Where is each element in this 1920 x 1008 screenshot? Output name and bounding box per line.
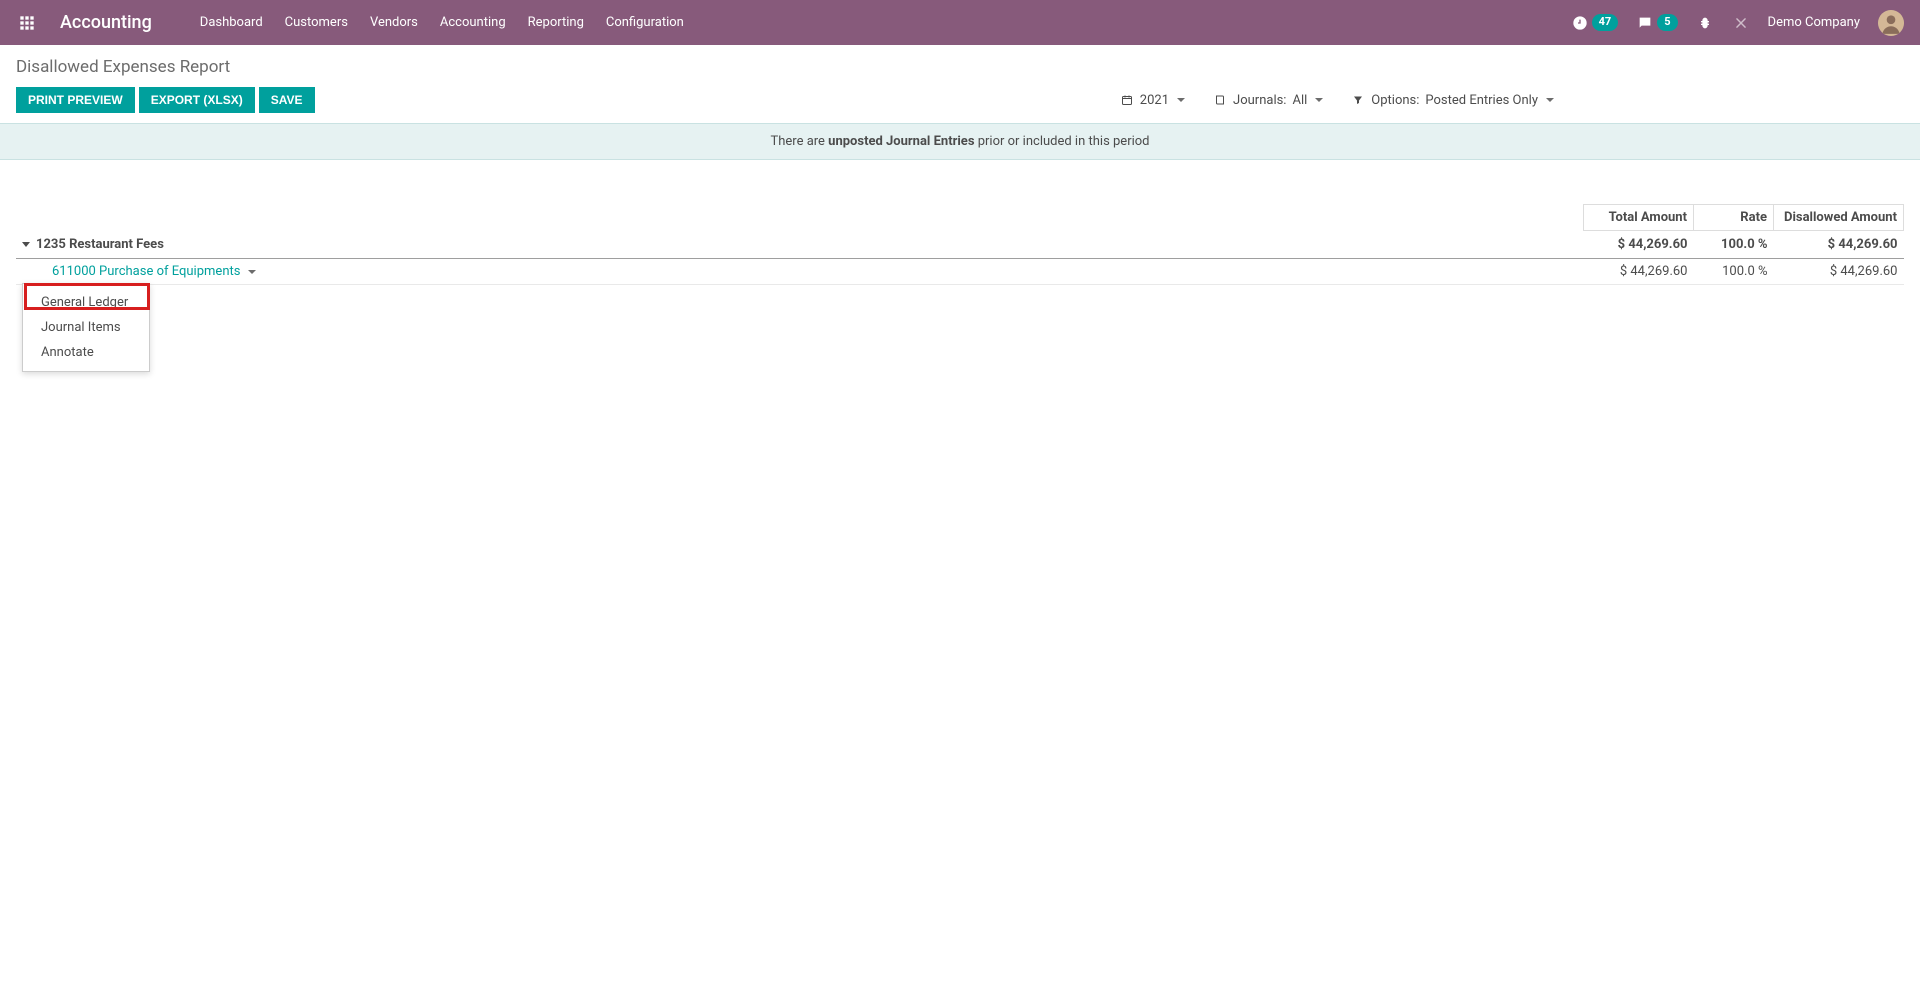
- unposted-alert[interactable]: There are unposted Journal Entries prior…: [0, 123, 1920, 160]
- menu-configuration[interactable]: Configuration: [606, 15, 684, 30]
- export-xlsx-button[interactable]: EXPORT (XLSX): [139, 87, 255, 113]
- header-rate: Rate: [1694, 205, 1774, 231]
- menu-journal-items[interactable]: Journal Items: [23, 315, 149, 340]
- category-row[interactable]: 1235 Restaurant Fees $ 44,269.60 100.0 %…: [16, 231, 1904, 259]
- menu-customers[interactable]: Customers: [285, 15, 348, 30]
- save-button[interactable]: SAVE: [259, 87, 315, 113]
- page-title: Disallowed Expenses Report: [16, 57, 1904, 77]
- filter-journals-label: Journals:: [1233, 93, 1286, 108]
- menu-general-ledger[interactable]: General Ledger: [23, 290, 149, 315]
- messages-indicator[interactable]: 5: [1636, 14, 1677, 32]
- chat-icon: [1636, 14, 1654, 32]
- close-icon[interactable]: [1732, 14, 1750, 32]
- clock-icon: [1571, 14, 1589, 32]
- print-preview-button[interactable]: PRINT PREVIEW: [16, 87, 135, 113]
- filter-journals[interactable]: Journals: All: [1213, 93, 1323, 108]
- menu-vendors[interactable]: Vendors: [370, 15, 418, 30]
- book-icon: [1213, 93, 1227, 107]
- line-rate: 100.0 %: [1694, 259, 1774, 285]
- menu-accounting[interactable]: Accounting: [440, 15, 506, 30]
- filter-options[interactable]: Options: Posted Entries Only: [1351, 93, 1554, 108]
- apps-icon[interactable]: [16, 12, 38, 34]
- category-disallowed: $ 44,269.60: [1774, 231, 1904, 259]
- line-row: 611000 Purchase of Equipments $ 44,269.6…: [16, 259, 1904, 285]
- line-disallowed: $ 44,269.60: [1774, 259, 1904, 285]
- company-selector[interactable]: Demo Company: [1768, 15, 1860, 30]
- menu-reporting[interactable]: Reporting: [528, 15, 584, 30]
- messages-count: 5: [1657, 14, 1677, 30]
- category-total: $ 44,269.60: [1584, 231, 1694, 259]
- header-total: Total Amount: [1584, 205, 1694, 231]
- app-brand[interactable]: Accounting: [60, 12, 152, 33]
- line-context-menu: General Ledger Journal Items Annotate: [22, 283, 150, 372]
- report-table: Total Amount Rate Disallowed Amount 1235…: [16, 204, 1904, 285]
- alert-bold: unposted Journal Entries: [828, 134, 974, 149]
- header-blank: [16, 205, 1584, 231]
- menu-dashboard[interactable]: Dashboard: [200, 15, 263, 30]
- activity-indicator[interactable]: 47: [1571, 14, 1619, 32]
- line-label-link[interactable]: 611000 Purchase of Equipments: [52, 264, 240, 279]
- calendar-icon: [1120, 93, 1134, 107]
- alert-suffix: prior or included in this period: [975, 134, 1150, 149]
- line-total: $ 44,269.60: [1584, 259, 1694, 285]
- caret-down-icon: [1546, 98, 1554, 102]
- line-caret-icon[interactable]: [248, 270, 256, 274]
- filter-journals-value: All: [1292, 93, 1307, 108]
- avatar[interactable]: [1878, 10, 1904, 36]
- footer-space: [0, 648, 1920, 1008]
- category-label: 1235 Restaurant Fees: [36, 237, 164, 252]
- header-disallowed: Disallowed Amount: [1774, 205, 1904, 231]
- category-rate: 100.0 %: [1694, 231, 1774, 259]
- caret-down-icon: [1315, 98, 1323, 102]
- collapse-icon: [22, 242, 30, 247]
- filter-options-label: Options:: [1371, 93, 1419, 108]
- alert-prefix: There are: [770, 134, 828, 149]
- filter-year-value: 2021: [1140, 93, 1169, 108]
- main-menu: Dashboard Customers Vendors Accounting R…: [200, 15, 684, 30]
- menu-annotate[interactable]: Annotate: [23, 340, 149, 365]
- filter-options-value: Posted Entries Only: [1425, 93, 1538, 108]
- filter-icon: [1351, 93, 1365, 107]
- activity-count: 47: [1592, 14, 1619, 30]
- bug-icon[interactable]: [1696, 14, 1714, 32]
- filter-year[interactable]: 2021: [1120, 93, 1185, 108]
- caret-down-icon: [1177, 98, 1185, 102]
